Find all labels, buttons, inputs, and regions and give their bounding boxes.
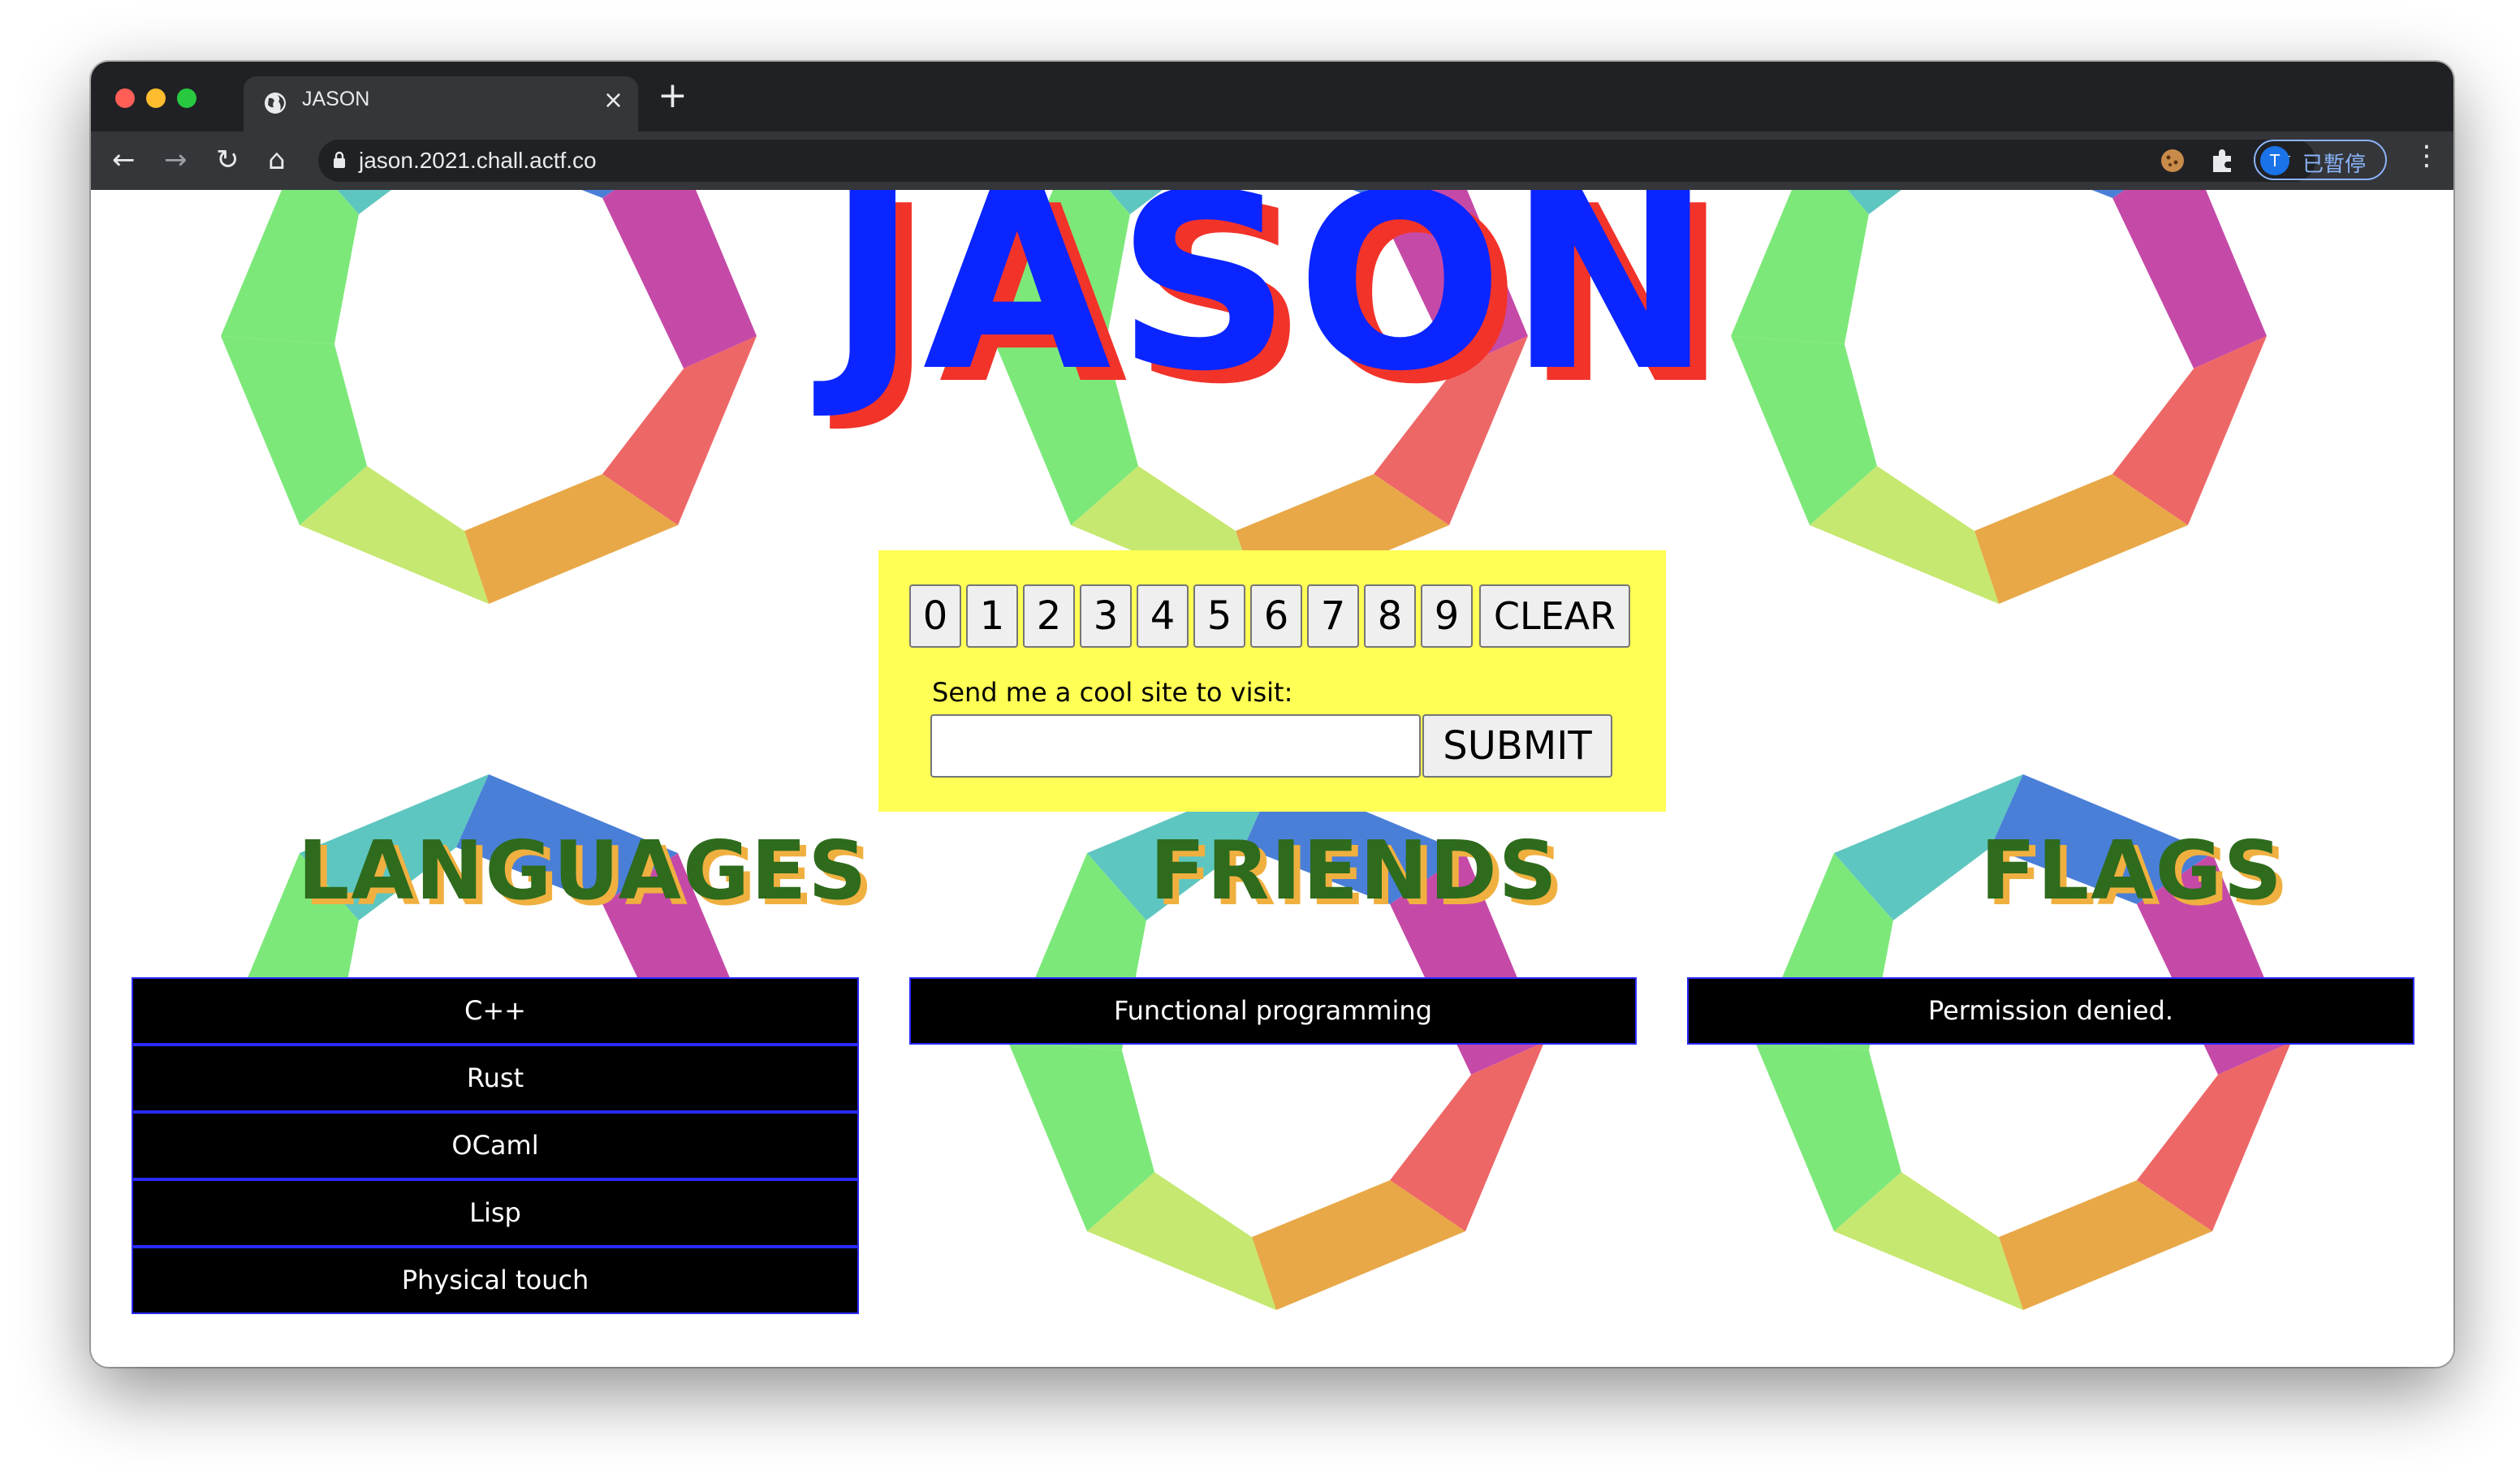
zoom-window-button[interactable] bbox=[177, 88, 196, 108]
list-item: OCaml bbox=[132, 1112, 859, 1179]
tab-close-icon[interactable]: × bbox=[603, 86, 624, 114]
address-bar[interactable]: jason.2021.chall.actf.co ☆ bbox=[318, 140, 2315, 182]
reload-icon[interactable]: ↻ bbox=[216, 140, 239, 180]
list-item: Physical touch bbox=[132, 1247, 859, 1314]
digit-button-4[interactable]: 4 bbox=[1137, 584, 1189, 648]
digit-button-5[interactable]: 5 bbox=[1193, 584, 1245, 648]
forward-icon[interactable]: → bbox=[164, 140, 188, 180]
digit-button-1[interactable]: 1 bbox=[966, 584, 1018, 648]
site-url-input[interactable] bbox=[930, 714, 1421, 778]
avatar: T bbox=[2260, 146, 2289, 175]
list-item: Functional programming bbox=[909, 977, 1637, 1045]
home-icon[interactable]: ⌂ bbox=[268, 140, 286, 180]
url-text[interactable]: jason.2021.chall.actf.co bbox=[359, 148, 597, 174]
globe-icon bbox=[265, 93, 286, 114]
browser-window: JASON × + ← → ↻ ⌂ jason.2021.chall.actf.… bbox=[91, 62, 2453, 1367]
tab-title: JASON bbox=[302, 88, 370, 110]
digit-button-3[interactable]: 3 bbox=[1080, 584, 1132, 648]
languages-heading: LANGUAGES bbox=[297, 823, 869, 918]
extensions-puzzle-icon[interactable] bbox=[2208, 146, 2237, 175]
friends-heading: FRIENDS bbox=[1150, 823, 1559, 918]
page-content: JASON 0 1 2 3 4 5 6 7 8 9 CLEAR Send me … bbox=[91, 190, 2453, 1367]
page-title: JASON bbox=[827, 190, 1717, 425]
new-tab-button[interactable]: + bbox=[658, 78, 688, 114]
clear-button[interactable]: CLEAR bbox=[1479, 584, 1630, 648]
digit-button-0[interactable]: 0 bbox=[909, 584, 961, 648]
digit-button-9[interactable]: 9 bbox=[1421, 584, 1473, 648]
flags-heading: FLAGS bbox=[1980, 823, 2284, 918]
friends-list: Functional programming bbox=[909, 977, 1637, 1045]
close-window-button[interactable] bbox=[115, 88, 135, 108]
lock-icon bbox=[334, 151, 345, 168]
list-item: Lisp bbox=[132, 1179, 859, 1247]
list-item: C++ bbox=[132, 977, 859, 1045]
toolbar: ← → ↻ ⌂ jason.2021.chall.actf.co ☆ T 已暫停… bbox=[91, 131, 2453, 190]
digit-button-7[interactable]: 7 bbox=[1307, 584, 1359, 648]
list-item: Rust bbox=[132, 1045, 859, 1112]
back-icon[interactable]: ← bbox=[112, 140, 136, 180]
flags-list: Permission denied. bbox=[1687, 977, 2414, 1045]
profile-status: 已暫停 bbox=[2302, 153, 2367, 177]
cookie-extension-icon[interactable] bbox=[2158, 146, 2187, 175]
tab-jason[interactable]: JASON × bbox=[244, 76, 638, 131]
minimize-window-button[interactable] bbox=[146, 88, 166, 108]
digit-button-2[interactable]: 2 bbox=[1023, 584, 1075, 648]
languages-list: C++ Rust OCaml Lisp Physical touch bbox=[132, 977, 859, 1314]
list-item: Permission denied. bbox=[1687, 977, 2414, 1045]
profile-button[interactable]: T 已暫停 bbox=[2254, 140, 2387, 180]
control-panel: 0 1 2 3 4 5 6 7 8 9 CLEAR Send me a cool… bbox=[878, 550, 1666, 812]
menu-icon[interactable]: ⋮ bbox=[2413, 140, 2440, 172]
submit-button[interactable]: SUBMIT bbox=[1422, 714, 1612, 778]
digit-button-8[interactable]: 8 bbox=[1364, 584, 1416, 648]
send-site-label: Send me a cool site to visit: bbox=[932, 677, 1293, 708]
tab-bar: JASON × + bbox=[91, 62, 2453, 131]
digit-button-6[interactable]: 6 bbox=[1250, 584, 1302, 648]
